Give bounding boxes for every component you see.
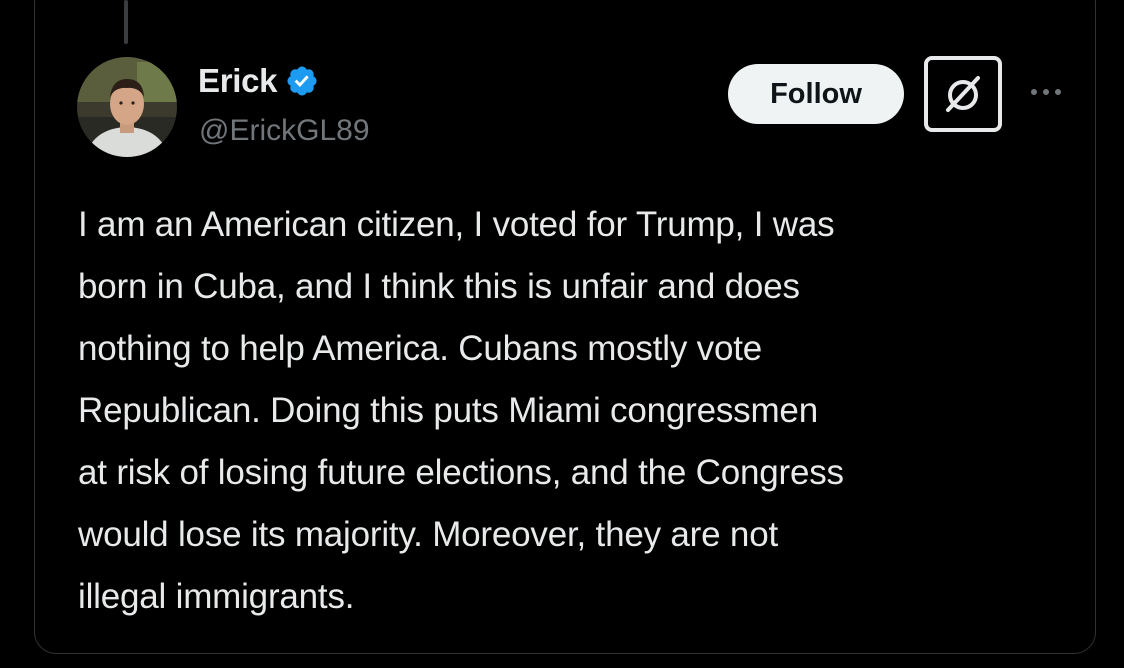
more-icon xyxy=(1031,89,1061,95)
tweet-text: I am an American citizen, I voted for Tr… xyxy=(78,205,844,616)
author-display-name[interactable]: Erick xyxy=(198,62,278,100)
grok-icon xyxy=(946,76,980,112)
avatar-image xyxy=(77,57,177,157)
verified-badge-icon xyxy=(287,66,317,96)
avatar[interactable] xyxy=(77,57,177,157)
thread-connector-line xyxy=(124,0,128,44)
grok-button[interactable] xyxy=(924,56,1002,132)
follow-button[interactable]: Follow xyxy=(728,64,904,124)
more-options-button[interactable] xyxy=(1026,80,1066,104)
author-handle[interactable]: @ErickGL89 xyxy=(199,114,370,148)
author-name-row[interactable]: Erick xyxy=(198,62,319,100)
